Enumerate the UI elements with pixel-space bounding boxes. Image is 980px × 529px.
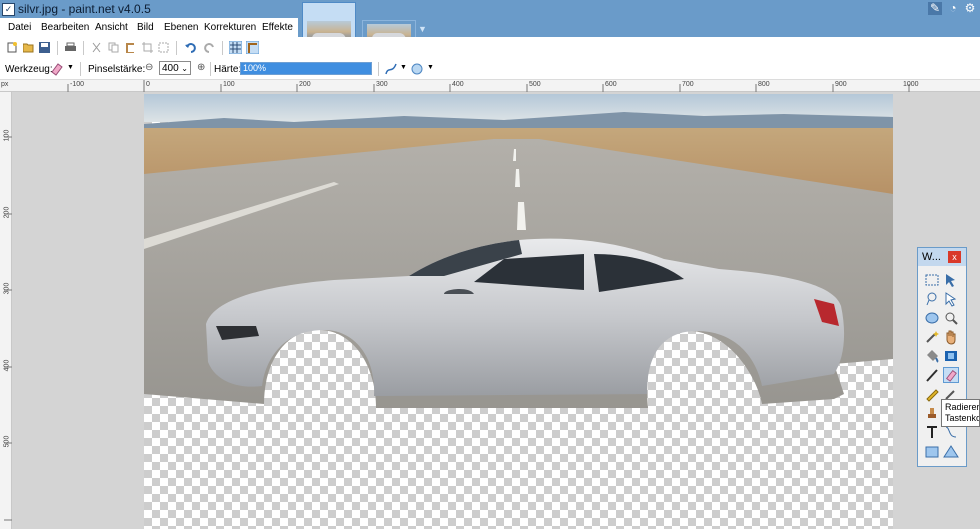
blend-mode-chevron-icon[interactable]: ▼ xyxy=(427,64,434,71)
menu-korrekturen[interactable]: Korrekturen xyxy=(204,22,256,33)
brush-width-label: Pinselstärke: xyxy=(88,64,146,75)
decrease-width-icon[interactable]: ⊖ xyxy=(145,62,153,73)
tools-window: W... x xyxy=(917,247,967,467)
ruler-label: 300 xyxy=(376,81,388,88)
main-toolbar xyxy=(0,37,980,59)
eraser-icon[interactable] xyxy=(50,62,64,76)
menu-ansicht[interactable]: Ansicht xyxy=(95,22,128,33)
lasso-select-icon[interactable] xyxy=(924,291,940,307)
eraser-tooltip: Radierer Tastenko xyxy=(941,399,980,427)
copy-icon[interactable] xyxy=(108,42,119,53)
antialiasing-icon[interactable] xyxy=(384,62,398,76)
toolbar-separator xyxy=(83,41,84,55)
settings-icon[interactable]: ⚙ xyxy=(963,2,977,15)
tool-label: Werkzeug: xyxy=(5,64,53,75)
magic-wand-icon[interactable] xyxy=(924,329,940,345)
eraser-tool-icon[interactable] xyxy=(943,367,959,383)
menu-bar: Datei Bearbeiten Ansicht Bild Ebenen Kor… xyxy=(0,18,298,37)
ruler-ticks xyxy=(4,136,12,521)
gradient-icon[interactable] xyxy=(943,348,959,364)
blend-mode-icon[interactable] xyxy=(410,62,424,76)
vertical-ruler: 100 200 300 400 500 xyxy=(0,92,12,529)
open-file-icon[interactable] xyxy=(23,42,34,53)
ruler-label: 1000 xyxy=(903,81,919,88)
redo-icon[interactable] xyxy=(204,42,215,53)
tools-window-titlebar[interactable]: W... x xyxy=(918,248,966,266)
pencil-icon[interactable] xyxy=(924,386,940,402)
ruler-label: 400 xyxy=(3,359,11,372)
undo-icon[interactable] xyxy=(185,42,196,53)
history-icon[interactable]: ◔ xyxy=(946,2,960,15)
menu-bild[interactable]: Bild xyxy=(137,22,154,33)
ruler-label: 400 xyxy=(452,81,464,88)
chevron-down-icon: ⌄ xyxy=(181,64,188,73)
menu-ebenen[interactable]: Ebenen xyxy=(164,22,198,33)
rectangle-select-icon[interactable] xyxy=(924,272,940,288)
toolbar-separator xyxy=(378,62,379,76)
new-file-icon[interactable] xyxy=(7,42,18,53)
ruler-label: 100 xyxy=(223,81,235,88)
paste-icon[interactable] xyxy=(125,42,136,53)
paintnet-app-icon: ✓ xyxy=(2,3,15,16)
menu-datei[interactable]: Datei xyxy=(8,22,31,33)
ruler-label: 600 xyxy=(605,81,617,88)
photo-car-on-road xyxy=(144,94,893,408)
increase-width-icon[interactable]: ⊕ xyxy=(197,62,205,73)
zoom-icon[interactable] xyxy=(943,310,959,326)
menu-effekte[interactable]: Effekte xyxy=(262,22,293,33)
hardness-value: 100% xyxy=(243,63,267,73)
hardness-slider[interactable]: 100% xyxy=(240,62,372,75)
ruler-unit: px xyxy=(1,81,9,88)
horizontal-ruler: px -100 0 100 200 300 400 500 600 700 80… xyxy=(0,80,980,92)
antialiasing-chevron-icon[interactable]: ▼ xyxy=(400,64,407,71)
shapes-icon[interactable] xyxy=(924,443,960,459)
toolbar-separator xyxy=(210,62,211,76)
ruler-label: 100 xyxy=(3,129,11,142)
ruler-label: 200 xyxy=(299,81,311,88)
text-icon[interactable] xyxy=(924,424,940,440)
ruler-label: 200 xyxy=(3,206,11,219)
tool-options-bar: Werkzeug: ▼ Pinselstärke: ⊖ 400 ⌄ ⊕ Härte… xyxy=(0,59,980,80)
cut-icon[interactable] xyxy=(91,42,102,53)
move-selected-pixels-icon[interactable] xyxy=(943,272,959,288)
crop-to-selection-icon[interactable] xyxy=(142,42,153,53)
brush-width-value: 400 xyxy=(162,63,179,74)
tools-window-title: W... xyxy=(922,251,941,263)
paint-bucket-icon[interactable] xyxy=(924,348,940,364)
pan-icon[interactable] xyxy=(943,329,959,345)
tab-list-chevron-icon[interactable]: ▼ xyxy=(418,24,427,34)
ruler-label: 0 xyxy=(146,81,150,88)
clone-stamp-icon[interactable] xyxy=(924,405,940,421)
toolbar-separator xyxy=(222,41,223,55)
ruler-label: -100 xyxy=(70,81,85,88)
save-icon[interactable] xyxy=(39,42,50,53)
ruler-label: 700 xyxy=(682,81,694,88)
pixel-grid-icon[interactable] xyxy=(229,41,242,54)
image-canvas[interactable] xyxy=(144,94,893,529)
move-selection-icon[interactable] xyxy=(943,291,959,307)
close-icon[interactable]: x xyxy=(948,251,961,263)
deselect-icon[interactable] xyxy=(158,42,169,53)
hardness-label: Härte: xyxy=(214,64,242,75)
help-icon[interactable]: ✎ xyxy=(928,2,942,15)
tooltip-shortcut: Tastenko xyxy=(945,413,980,423)
ruler-label: 500 xyxy=(3,435,11,448)
brush-width-select[interactable]: 400 ⌄ xyxy=(159,61,191,75)
tool-dropdown-chevron-icon[interactable]: ▼ xyxy=(67,64,74,71)
ruler-label: 300 xyxy=(3,282,11,295)
ellipse-select-icon[interactable] xyxy=(924,310,940,326)
ruler-label: 800 xyxy=(758,81,770,88)
tooltip-title: Radierer xyxy=(945,402,980,412)
paintbrush-icon[interactable] xyxy=(924,367,940,383)
toolbar-separator xyxy=(176,41,177,55)
toolbar-separator xyxy=(80,62,81,76)
toolbar-separator xyxy=(57,41,58,55)
ruler-label: 500 xyxy=(529,81,541,88)
print-icon[interactable] xyxy=(65,42,76,53)
window-title: silvr.jpg - paint.net v4.0.5 xyxy=(18,2,151,16)
ruler-label: 900 xyxy=(835,81,847,88)
title-bar: ✓ silvr.jpg - paint.net v4.0.5 ✎ ◔ ⚙ xyxy=(0,0,980,18)
menu-bearbeiten[interactable]: Bearbeiten xyxy=(41,22,89,33)
rulers-icon[interactable] xyxy=(246,41,259,54)
